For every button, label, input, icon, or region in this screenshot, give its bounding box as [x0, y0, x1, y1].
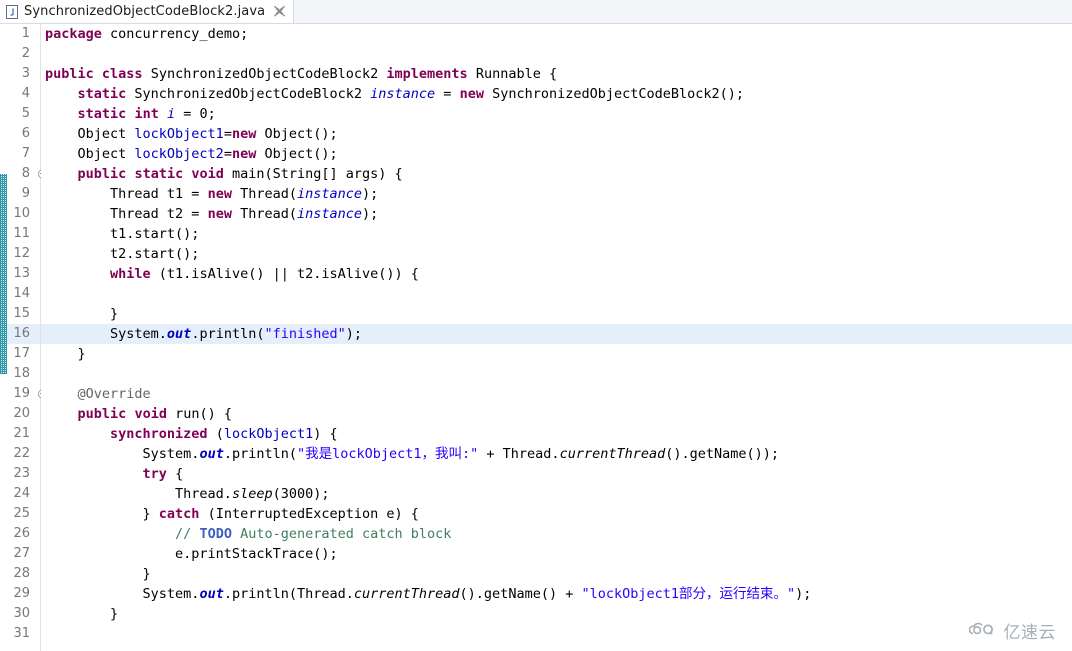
close-icon[interactable] — [273, 5, 286, 18]
line-number-15[interactable]: 15 — [7, 304, 40, 324]
code-editor[interactable]: 1 2 3 4 5 6 7 8 9 10 11 12 13 14 15 16 17 18 19 20 21 22 23 24 2… — [0, 24, 1072, 651]
line-number-18[interactable]: 18 — [7, 364, 40, 384]
code-line-31[interactable] — [41, 624, 1072, 644]
code-line-11[interactable]: t1.start(); — [41, 224, 1072, 244]
code-line-12[interactable]: t2.start(); — [41, 244, 1072, 264]
code-line-2[interactable] — [41, 44, 1072, 64]
java-file-icon — [5, 4, 19, 19]
line-number-31[interactable]: 31 — [7, 624, 40, 644]
line-number-6[interactable]: 6 — [7, 124, 40, 144]
code-line-18[interactable] — [41, 364, 1072, 384]
code-line-10[interactable]: Thread t2 = new Thread(instance); — [41, 204, 1072, 224]
line-number-25[interactable]: 25 — [7, 504, 40, 524]
code-line-25[interactable]: } catch (InterruptedException e) { — [41, 504, 1072, 524]
code-line-16[interactable]: System.out.println("finished"); — [41, 324, 1072, 344]
code-line-8[interactable]: public static void main(String[] args) { — [41, 164, 1072, 184]
code-line-5[interactable]: static int i = 0; — [41, 104, 1072, 124]
code-line-1[interactable]: package concurrency_demo; — [41, 24, 1072, 44]
code-line-7[interactable]: Object lockObject2=new Object(); — [41, 144, 1072, 164]
code-line-19[interactable]: @Override — [41, 384, 1072, 404]
code-line-17[interactable]: } — [41, 344, 1072, 364]
line-number-2[interactable]: 2 — [7, 44, 40, 64]
line-number-10[interactable]: 10 — [7, 204, 40, 224]
code-line-20[interactable]: public void run() { — [41, 404, 1072, 424]
line-number-4[interactable]: 4 — [7, 84, 40, 104]
code-line-13[interactable]: while (t1.isAlive() || t2.isAlive()) { — [41, 264, 1072, 284]
line-number-24[interactable]: 24 — [7, 484, 40, 504]
occurrence-stripe — [0, 174, 7, 374]
line-number-8[interactable]: 8 — [7, 164, 48, 184]
line-number-12[interactable]: 12 — [7, 244, 40, 264]
code-line-15[interactable]: } — [41, 304, 1072, 324]
code-line-4[interactable]: static SynchronizedObjectCodeBlock2 inst… — [41, 84, 1072, 104]
line-number-14[interactable]: 14 — [7, 284, 40, 304]
line-number-28[interactable]: 28 — [7, 564, 40, 584]
line-number-20[interactable]: 20 — [7, 404, 40, 424]
line-number-1[interactable]: 1 — [7, 24, 40, 44]
editor-tab-synchronizedobjectcodeblock2[interactable]: SynchronizedObjectCodeBlock2.java — [0, 0, 295, 23]
code-line-27[interactable]: e.printStackTrace(); — [41, 544, 1072, 564]
code-line-30[interactable]: } — [41, 604, 1072, 624]
editor-tab-bar: SynchronizedObjectCodeBlock2.java — [0, 0, 1072, 24]
line-number-16[interactable]: 16 — [7, 324, 40, 344]
code-text-area[interactable]: package concurrency_demo; public class S… — [41, 24, 1072, 651]
line-number-26[interactable]: 26 — [7, 524, 40, 544]
line-number-5[interactable]: 5 — [7, 104, 40, 124]
code-line-21[interactable]: synchronized (lockObject1) { — [41, 424, 1072, 444]
code-line-14[interactable] — [41, 284, 1072, 304]
line-number-27[interactable]: 27 — [7, 544, 40, 564]
code-line-29[interactable]: System.out.println(Thread.currentThread(… — [41, 584, 1072, 604]
annotation-bar[interactable] — [0, 24, 7, 651]
line-number-29[interactable]: 29 — [7, 584, 40, 604]
code-line-3[interactable]: public class SynchronizedObjectCodeBlock… — [41, 64, 1072, 84]
line-number-23[interactable]: 23 — [7, 464, 40, 484]
line-number-22[interactable]: 22 — [7, 444, 40, 464]
code-line-24[interactable]: Thread.sleep(3000); — [41, 484, 1072, 504]
line-number-19[interactable]: 19 — [7, 384, 48, 404]
code-line-9[interactable]: Thread t1 = new Thread(instance); — [41, 184, 1072, 204]
line-number-30[interactable]: 30 — [7, 604, 40, 624]
code-line-22[interactable]: System.out.println("我是lockObject1，我叫:" +… — [41, 444, 1072, 464]
code-line-26[interactable]: // TODO Auto-generated catch block — [41, 524, 1072, 544]
code-line-23[interactable]: try { — [41, 464, 1072, 484]
line-number-11[interactable]: 11 — [7, 224, 40, 244]
line-number-7[interactable]: 7 — [7, 144, 40, 164]
code-line-6[interactable]: Object lockObject1=new Object(); — [41, 124, 1072, 144]
editor-tab-label: SynchronizedObjectCodeBlock2.java — [24, 4, 266, 19]
code-line-28[interactable]: } — [41, 564, 1072, 584]
line-number-17[interactable]: 17 — [7, 344, 40, 364]
line-number-21[interactable]: 21 — [7, 424, 40, 444]
line-number-3[interactable]: 3 — [7, 64, 40, 84]
line-number-13[interactable]: 13 — [7, 264, 40, 284]
line-number-gutter[interactable]: 1 2 3 4 5 6 7 8 9 10 11 12 13 14 15 16 17 18 19 20 21 22 23 24 2… — [7, 24, 48, 651]
line-number-9[interactable]: 9 — [7, 184, 40, 204]
